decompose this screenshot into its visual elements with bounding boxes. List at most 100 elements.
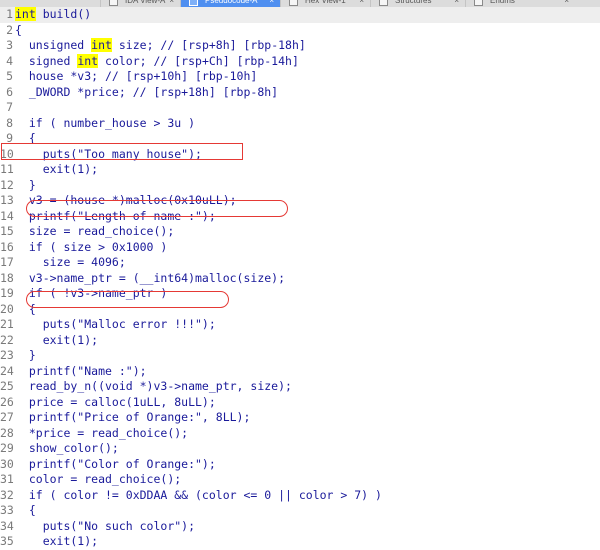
code-line[interactable]: 24 printf("Name :"); — [0, 364, 600, 380]
line-number: 23 — [0, 348, 14, 362]
pseudocode-view[interactable]: 1 int build() 2{3 unsigned int size; // [r… — [0, 7, 600, 550]
tab-label: IDA View-A — [125, 0, 166, 5]
code-line[interactable]: 22 exit(1); — [0, 333, 600, 349]
code-text: size = read_choice(); — [15, 224, 175, 238]
line-number: 19 — [0, 286, 14, 300]
line-number: 8 — [6, 115, 13, 130]
code-line[interactable]: 11 exit(1); — [0, 162, 600, 178]
code-line[interactable]: 5 house *v3; // [rsp+10h] [rbp-10h] — [0, 69, 600, 85]
code-text: size = 4096; — [15, 255, 126, 269]
line-number: 15 — [0, 224, 14, 238]
code-line[interactable]: 21 puts("Malloc error !!!"); — [0, 317, 600, 333]
close-icon[interactable]: × — [359, 0, 364, 7]
close-icon[interactable]: × — [564, 0, 569, 7]
code-text: puts("Malloc error !!!"); — [15, 317, 216, 331]
code-text: read_by_n((void *)v3->name_ptr, size); — [15, 379, 292, 393]
pseudocode-icon — [189, 0, 198, 6]
code-text: color = read_choice(); — [15, 472, 182, 486]
code-text: show_color(); — [15, 441, 119, 455]
annotation-box-malloc-house — [1, 143, 243, 160]
line-number: 26 — [0, 394, 14, 409]
line-number: 21 — [0, 317, 14, 331]
line-number: 3 — [6, 38, 13, 52]
code-line[interactable]: 28 *price = read_choice(); — [0, 426, 600, 442]
line-number: 11 — [0, 162, 14, 176]
code-text: printf("Price of Orange:", 8LL); — [15, 410, 251, 424]
tab-label: Hex View-1 — [305, 0, 346, 5]
line-number: 35 — [0, 534, 14, 548]
code-text: } — [15, 348, 36, 362]
code-text: printf("Color of Orange:"); — [15, 456, 216, 471]
close-icon[interactable]: × — [269, 0, 274, 7]
code-text: printf("Name :"); — [15, 363, 147, 378]
code-line[interactable]: 8 if ( number_house > 3u ) — [0, 116, 600, 132]
code-line[interactable]: 33 { — [0, 503, 600, 519]
tab-enums[interactable]: Enums × — [465, 0, 575, 7]
code-line[interactable]: 32 if ( color != 0xDDAA && (color <= 0 |… — [0, 488, 600, 504]
hex-view-icon — [289, 0, 298, 6]
code-line[interactable]: 12 } — [0, 178, 600, 194]
code-line[interactable]: 15 size = read_choice(); — [0, 224, 600, 240]
code-text: signed int color; // [rsp+Ch] [rbp-14h] — [15, 53, 299, 68]
code-text: _DWORD *price; // [rsp+18h] [rbp-8h] — [15, 84, 279, 99]
line-number: 34 — [0, 518, 14, 533]
code-line[interactable]: 4 signed int color; // [rsp+Ch] [rbp-14h… — [0, 53, 600, 70]
code-line[interactable]: 30 printf("Color of Orange:"); — [0, 457, 600, 473]
keyword-highlight: int — [15, 7, 36, 21]
code-text: } — [15, 177, 36, 192]
code-text: *price = read_choice(); — [15, 425, 189, 440]
code-line[interactable]: 35 exit(1); — [0, 534, 600, 550]
code-line[interactable]: 1 int build() — [0, 7, 600, 23]
code-text: exit(1); — [15, 332, 99, 347]
tab-hex-view-1[interactable]: Hex View-1 × — [280, 0, 370, 7]
code-line[interactable]: 31 color = read_choice(); — [0, 472, 600, 488]
line-number: 12 — [0, 177, 14, 192]
close-icon[interactable]: × — [454, 0, 459, 7]
close-icon[interactable]: × — [169, 0, 174, 7]
ida-view-icon — [109, 0, 118, 6]
code-text: { — [15, 22, 22, 37]
line-number: 30 — [0, 456, 14, 471]
line-number: 4 — [6, 53, 13, 68]
line-number: 25 — [0, 379, 14, 393]
line-number: 7 — [6, 100, 13, 114]
keyword-highlight: int — [91, 38, 112, 52]
annotation-box-malloc-name — [26, 200, 288, 217]
code-text: house *v3; // [rsp+10h] [rbp-10h] — [15, 69, 258, 83]
line-number: 27 — [0, 410, 14, 424]
code-line[interactable]: 7 — [0, 100, 600, 116]
keyword-highlight: int — [77, 53, 99, 68]
tab-pseudocode-a[interactable]: Pseudocode-A × — [180, 0, 280, 7]
line-number: 13 — [0, 193, 14, 207]
line-number: 33 — [0, 503, 14, 517]
line-number: 6 — [6, 84, 13, 99]
code-text: price = calloc(1uLL, 8uLL); — [15, 394, 216, 409]
line-number: 5 — [6, 69, 13, 83]
line-number: 2 — [6, 22, 13, 37]
tab-ida-view-a[interactable]: IDA View-A × — [100, 0, 180, 7]
code-line[interactable]: 23 } — [0, 348, 600, 364]
code-text: { — [15, 503, 36, 517]
code-line[interactable]: 29 show_color(); — [0, 441, 600, 457]
tab-structures[interactable]: Structures × — [370, 0, 465, 7]
code-text: v3->name_ptr = (__int64)malloc(size); — [15, 270, 286, 285]
code-text: int build() — [15, 7, 92, 21]
code-line[interactable]: 34 puts("No such color"); — [0, 519, 600, 535]
line-number: 31 — [0, 472, 14, 486]
code-line[interactable]: 27 printf("Price of Orange:", 8LL); — [0, 410, 600, 426]
code-line[interactable]: 3 unsigned int size; // [rsp+8h] [rbp-18… — [0, 38, 600, 54]
code-line[interactable]: 26 price = calloc(1uLL, 8uLL); — [0, 395, 600, 411]
tab-label: Enums — [490, 0, 515, 5]
code-line[interactable]: 18 v3->name_ptr = (__int64)malloc(size); — [0, 271, 600, 287]
line-number: 17 — [0, 255, 14, 269]
code-line[interactable]: 25 read_by_n((void *)v3->name_ptr, size)… — [0, 379, 600, 395]
line-number: 24 — [0, 363, 14, 378]
line-number: 28 — [0, 425, 14, 440]
code-line[interactable]: 2{ — [0, 23, 600, 39]
code-line[interactable]: 17 size = 4096; — [0, 255, 600, 271]
code-line[interactable]: 6 _DWORD *price; // [rsp+18h] [rbp-8h] — [0, 85, 600, 101]
line-number: 32 — [0, 487, 14, 502]
code-line[interactable]: 16 if ( size > 0x1000 ) — [0, 240, 600, 256]
line-number: 29 — [0, 441, 14, 455]
line-number: 14 — [0, 208, 14, 223]
